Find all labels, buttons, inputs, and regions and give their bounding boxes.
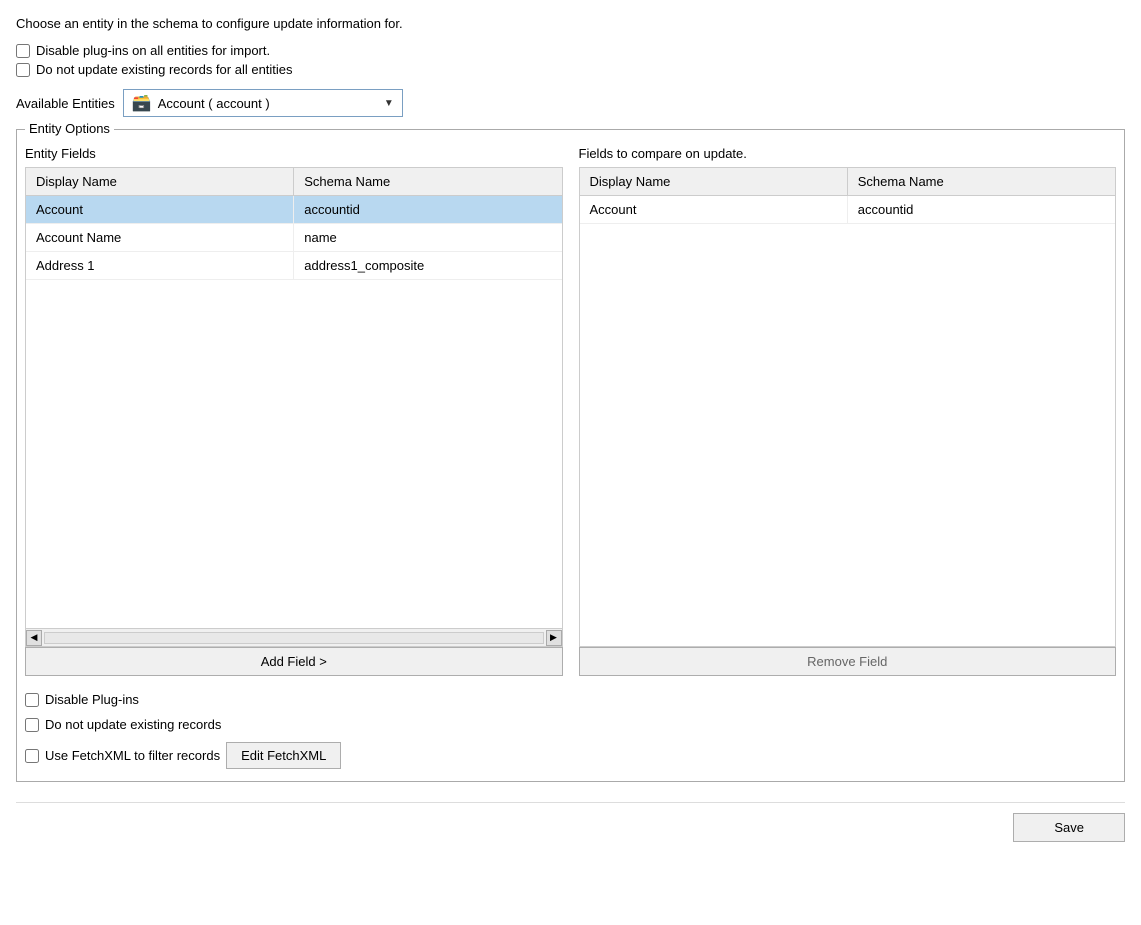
table-row[interactable]: Account Name name (26, 224, 562, 252)
scroll-right-btn[interactable]: ▶ (546, 630, 562, 646)
fields-labels-row: Entity Fields Fields to compare on updat… (25, 146, 1116, 161)
bottom-actions-row: Save (16, 802, 1125, 842)
chevron-down-icon: ▼ (384, 98, 394, 109)
checkbox-no-update-entity[interactable] (25, 718, 39, 732)
entity-options-group: Entity Options Entity Fields Fields to c… (16, 129, 1125, 782)
available-entities-label: Available Entities (16, 96, 115, 111)
add-field-button[interactable]: Add Field > (25, 647, 563, 676)
page-description: Choose an entity in the schema to config… (16, 16, 1125, 31)
checkbox-disable-plugins[interactable] (16, 44, 30, 58)
table-row[interactable]: Address 1 address1_composite (26, 252, 562, 280)
save-button[interactable]: Save (1013, 813, 1125, 842)
checkbox-fetchxml[interactable] (25, 749, 39, 763)
compare-fields-label: Fields to compare on update. (579, 146, 1117, 161)
checkbox-row-disable-plugins[interactable]: Disable Plug-ins (25, 692, 1116, 707)
checkbox-row-fetchxml[interactable]: Use FetchXML to filter records Edit Fetc… (25, 742, 1116, 769)
edit-fetchxml-button[interactable]: Edit FetchXML (226, 742, 341, 769)
entity-fields-row-2-schema: address1_composite (294, 252, 561, 279)
horizontal-scrollbar[interactable]: ◀ ▶ (26, 628, 562, 646)
entity-dropdown[interactable]: 🗃️ Account ( account ) ▼ (123, 89, 403, 117)
checkbox-no-update-entity-label: Do not update existing records (45, 717, 221, 732)
compare-fields-row-0-display: Account (580, 196, 848, 223)
compare-fields-table-body[interactable]: Account accountid (580, 196, 1116, 646)
entity-fields-col-display: Display Name (26, 168, 294, 195)
scroll-left-btn[interactable]: ◀ (26, 630, 42, 646)
checkbox-disable-plugins-entity-label: Disable Plug-ins (45, 692, 139, 707)
available-entities-row: Available Entities 🗃️ Account ( account … (16, 89, 1125, 117)
checkbox-no-update[interactable] (16, 63, 30, 77)
checkbox-no-update-label: Do not update existing records for all e… (36, 62, 293, 77)
checkbox-row-no-update-entity[interactable]: Do not update existing records (25, 717, 1116, 732)
global-checkbox-no-update[interactable]: Do not update existing records for all e… (16, 62, 1125, 77)
remove-field-button[interactable]: Remove Field (579, 647, 1117, 676)
checkbox-fetchxml-label: Use FetchXML to filter records (45, 748, 220, 763)
entity-fields-label: Entity Fields (25, 146, 563, 161)
checkbox-disable-plugins-entity[interactable] (25, 693, 39, 707)
compare-fields-col-display: Display Name (580, 168, 848, 195)
entity-fields-table: Display Name Schema Name Account account… (25, 167, 563, 647)
table-row[interactable]: Account accountid (580, 196, 1116, 224)
tables-row: Display Name Schema Name Account account… (25, 167, 1116, 647)
compare-fields-table: Display Name Schema Name Account account… (579, 167, 1117, 647)
entity-fields-row-2-display: Address 1 (26, 252, 294, 279)
entity-fields-table-body[interactable]: Account accountid Account Name name Addr… (26, 196, 562, 628)
entity-icon: 🗃️ (132, 93, 152, 113)
entity-options-legend: Entity Options (25, 121, 114, 136)
entity-checkboxes-section: Disable Plug-ins Do not update existing … (25, 692, 1116, 773)
entity-fields-row-0-display: Account (26, 196, 294, 223)
scroll-track[interactable] (44, 632, 544, 644)
entity-fields-table-header: Display Name Schema Name (26, 168, 562, 196)
global-checkbox-disable-plugins[interactable]: Disable plug-ins on all entities for imp… (16, 43, 1125, 58)
compare-fields-col-schema: Schema Name (848, 168, 1115, 195)
field-action-buttons-row: Add Field > Remove Field (25, 647, 1116, 676)
table-row[interactable]: Account accountid (26, 196, 562, 224)
compare-fields-table-header: Display Name Schema Name (580, 168, 1116, 196)
checkbox-disable-plugins-label: Disable plug-ins on all entities for imp… (36, 43, 270, 58)
entity-fields-row-1-display: Account Name (26, 224, 294, 251)
entity-fields-row-0-schema: accountid (294, 196, 561, 223)
entity-fields-row-1-schema: name (294, 224, 561, 251)
compare-fields-row-0-schema: accountid (848, 196, 1115, 223)
entity-dropdown-text: Account ( account ) (158, 96, 378, 111)
entity-fields-col-schema: Schema Name (294, 168, 561, 195)
